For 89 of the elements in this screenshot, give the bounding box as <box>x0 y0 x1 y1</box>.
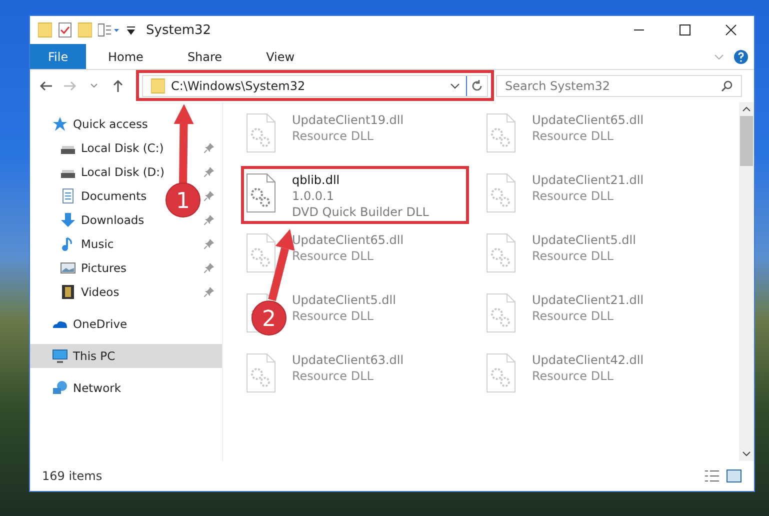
file-gear-icon <box>485 232 517 274</box>
document-icon <box>60 188 76 204</box>
file-gear-icon <box>485 172 517 214</box>
file-detail: Resource DLL <box>532 128 614 144</box>
nav-item[interactable]: Network <box>52 376 126 400</box>
item-count: 169 items <box>42 469 102 483</box>
ribbon-tab[interactable]: View <box>244 44 317 69</box>
up-arrow-icon <box>112 79 124 93</box>
file-detail: Resource DLL <box>532 188 614 204</box>
address-bar[interactable]: C:\Windows\System32 <box>142 75 488 97</box>
scrollbar[interactable] <box>739 102 754 461</box>
ribbon-tab[interactable]: Share <box>165 44 244 69</box>
pin-icon[interactable] <box>204 191 214 201</box>
callout-badge <box>166 182 200 218</box>
nav-item[interactable]: Downloads <box>60 208 148 232</box>
large-icons-view-icon[interactable] <box>726 469 742 483</box>
nav-item[interactable]: Music <box>60 232 118 256</box>
star-icon <box>52 116 68 132</box>
file-gear-icon <box>245 172 277 214</box>
file-gear-icon <box>485 112 517 154</box>
file-name[interactable]: UpdateClient21.dll <box>532 292 644 308</box>
chevron-down-icon[interactable] <box>450 82 460 90</box>
file-name[interactable]: UpdateClient42.dll <box>532 352 644 368</box>
file-detail: Resource DLL <box>532 368 614 384</box>
pin-icon[interactable] <box>204 167 214 177</box>
nav-item[interactable]: Local Disk (C:) <box>60 136 168 160</box>
scroll-down-icon[interactable] <box>742 451 751 457</box>
file-gear-icon <box>485 292 517 334</box>
file-name[interactable]: UpdateClient5.dll <box>292 292 396 308</box>
help-icon[interactable] <box>734 50 748 64</box>
file-detail: DVD Quick Builder DLL <box>292 204 429 220</box>
maximize-icon <box>679 24 691 36</box>
folder-icon <box>151 78 165 94</box>
view-options-icon[interactable] <box>98 23 120 37</box>
file-detail: Resource DLL <box>292 368 374 384</box>
file-name[interactable]: qblib.dll <box>292 172 340 188</box>
scroll-up-icon[interactable] <box>742 106 751 112</box>
file-name[interactable]: UpdateClient19.dll <box>292 112 404 128</box>
file-detail: Resource DLL <box>532 248 614 264</box>
right-arrow-icon <box>63 80 77 92</box>
file-name[interactable]: UpdateClient65.dll <box>532 112 644 128</box>
window-title: System32 <box>146 22 212 38</box>
address-path: C:\Windows\System32 <box>171 79 306 93</box>
file-gear-icon <box>245 232 277 274</box>
nav-item[interactable]: OneDrive <box>52 312 132 336</box>
new-folder-icon[interactable] <box>78 22 92 38</box>
file-detail: Resource DLL <box>292 308 374 324</box>
ribbon-tab[interactable]: File <box>30 44 86 69</box>
details-view-icon[interactable] <box>704 469 720 483</box>
pointer-arrow <box>268 229 295 301</box>
file-name[interactable]: UpdateClient5.dll <box>532 232 636 248</box>
nav-item[interactable]: Pictures <box>60 256 131 280</box>
left-arrow-icon <box>39 80 53 92</box>
file-name[interactable]: UpdateClient63.dll <box>292 352 404 368</box>
callout-number: 1 <box>176 189 190 214</box>
caret-icon[interactable] <box>126 25 136 35</box>
callout-badge <box>252 300 286 336</box>
download-arrow-icon <box>60 212 76 228</box>
film-icon <box>60 284 76 300</box>
file-detail: Resource DLL <box>532 308 614 324</box>
nav-item[interactable]: Quick access <box>52 112 152 136</box>
callout-number: 2 <box>262 307 276 332</box>
properties-icon[interactable] <box>58 22 72 38</box>
folder-icon[interactable] <box>38 22 52 38</box>
nav-item[interactable]: Videos <box>60 280 124 304</box>
chevron-down-icon <box>90 83 98 89</box>
file-detail: Resource DLL <box>292 128 374 144</box>
nav-item[interactable]: Documents <box>60 184 151 208</box>
file-name[interactable]: UpdateClient65.dll <box>292 232 404 248</box>
pin-icon[interactable] <box>204 215 214 225</box>
network-icon <box>52 380 68 396</box>
search-field[interactable]: Search System32 <box>496 75 742 97</box>
pin-icon[interactable] <box>204 239 214 249</box>
file-gear-icon <box>485 352 517 394</box>
file-gear-icon <box>245 112 277 154</box>
file-name[interactable]: UpdateClient21.dll <box>532 172 644 188</box>
close-icon <box>725 24 737 36</box>
pin-icon[interactable] <box>204 287 214 297</box>
picture-icon <box>60 260 76 276</box>
ribbon-tab[interactable]: Home <box>86 44 166 69</box>
file-detail: Resource DLL <box>292 248 374 264</box>
scrollbar-thumb[interactable] <box>740 116 753 166</box>
file-detail: 1.0.0.1 <box>292 188 334 204</box>
search-icon <box>721 80 733 92</box>
pin-icon[interactable] <box>204 143 214 153</box>
file-gear-icon <box>245 352 277 394</box>
monitor-icon <box>52 348 68 364</box>
nav-item[interactable]: Local Disk (D:) <box>60 160 169 184</box>
pin-icon[interactable] <box>204 263 214 273</box>
